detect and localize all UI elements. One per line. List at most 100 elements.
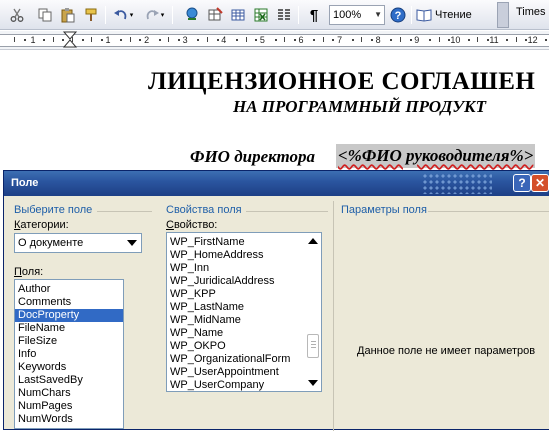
ruler-number: 9: [414, 35, 420, 45]
ruler-tick: [100, 39, 103, 41]
property-list-item[interactable]: WP_UserCompany: [167, 379, 305, 391]
undo-icon[interactable]: ▾: [110, 5, 136, 25]
columns-icon[interactable]: [275, 5, 293, 25]
ruler-tick: [351, 39, 354, 41]
read-icon: [416, 9, 432, 22]
field-dialog: Поле ? ✕ Выберите поле Категории: О доку…: [3, 170, 549, 431]
ruler-tick: [178, 39, 181, 41]
fields-list-item[interactable]: FileName: [15, 322, 123, 335]
fields-list-item[interactable]: LastSavedBy: [15, 374, 123, 387]
fields-list-item[interactable]: NumWords: [15, 413, 123, 426]
chevron-down-icon[interactable]: [123, 234, 141, 252]
document-subtitle: НА ПРОГРАММНЫЙ ПРОДУКТ: [233, 97, 486, 116]
categories-value: О документе: [18, 237, 84, 249]
cut-icon[interactable]: [8, 5, 26, 25]
ruler-tick: [506, 39, 509, 41]
fields-list-item[interactable]: DocProperty: [15, 309, 123, 322]
help-icon[interactable]: ?: [389, 5, 407, 25]
property-list[interactable]: WP_FirstName WP_HomeAddress WP_Inn WP_Jurid…: [166, 232, 322, 392]
zoom-value: 100%: [333, 9, 362, 21]
ruler-tick: [390, 39, 393, 41]
dialog-titlebar[interactable]: Поле ? ✕: [4, 171, 549, 196]
group-divider: [97, 211, 152, 212]
ruler-tick: [361, 37, 363, 42]
insert-table-icon[interactable]: [229, 5, 247, 25]
property-list-scrollbar[interactable]: [305, 233, 321, 391]
tables-borders-icon[interactable]: [206, 5, 224, 25]
paste-icon[interactable]: [59, 5, 77, 25]
ruler-number: 7: [337, 35, 343, 45]
group-divider: [246, 211, 328, 212]
property-list-item[interactable]: WP_Name: [167, 327, 305, 340]
ruler-tick: [438, 37, 440, 42]
toolbar-separator: [172, 6, 173, 24]
property-list-item[interactable]: WP_JuridicalAddress: [167, 275, 305, 288]
ruler-tick: [428, 39, 431, 41]
horizontal-ruler[interactable]: 1 1 2 3 4 5 6 7 8 9 10 11 12: [0, 31, 549, 50]
fields-list-item[interactable]: FileSize: [15, 335, 123, 348]
ruler-tick: [91, 37, 93, 42]
ruler-tick: [409, 39, 412, 41]
ruler-tick: [235, 39, 238, 41]
ruler-number: 5: [259, 35, 265, 45]
vertical-divider: [333, 201, 334, 431]
scroll-down-icon[interactable]: [308, 380, 318, 386]
redo-icon[interactable]: ▾: [141, 5, 167, 25]
font-name-box[interactable]: Times: [516, 6, 546, 18]
categories-combo[interactable]: О документе: [14, 233, 142, 253]
ruler-tick: [486, 39, 489, 41]
property-list-item[interactable]: WP_FirstName: [167, 236, 305, 249]
fields-list-item[interactable]: Author: [15, 283, 123, 296]
show-formatting-icon[interactable]: ¶: [305, 5, 323, 25]
ruler-tick: [14, 37, 15, 42]
fields-list-item[interactable]: NumPages: [15, 400, 123, 413]
property-list-item[interactable]: WP_OrganizationalForm: [167, 353, 305, 366]
ruler-number: 10: [450, 35, 461, 45]
insert-excel-icon[interactable]: [252, 5, 270, 25]
ruler-tick: [52, 37, 54, 42]
close-button[interactable]: ✕: [531, 174, 549, 192]
property-list-item[interactable]: WP_LastName: [167, 301, 305, 314]
hyperlink-icon[interactable]: [183, 5, 201, 25]
scroll-up-icon[interactable]: [308, 238, 318, 244]
ruler-tick: [245, 37, 247, 42]
toolbar-separator: [298, 6, 299, 24]
ruler-tick: [515, 37, 517, 42]
toolbar-options-grip[interactable]: [497, 2, 509, 28]
ruler-tick: [207, 37, 208, 42]
standard-toolbar: ▾ ▾ ¶ 100% ▼ ? Чтение Times: [0, 0, 549, 30]
fields-list-item[interactable]: Comments: [15, 296, 123, 309]
help-button[interactable]: ?: [513, 174, 531, 192]
ruler-tick: [216, 39, 219, 41]
titlebar-pattern: [422, 173, 492, 194]
read-label: Чтение: [435, 9, 472, 21]
indent-marker-icon[interactable]: [62, 31, 78, 50]
fields-label: Поля:: [14, 266, 44, 278]
dialog-title: Поле: [11, 177, 39, 189]
fields-list-item[interactable]: Info: [15, 348, 123, 361]
property-list-item[interactable]: WP_KPP: [167, 288, 305, 301]
ruler-tick: [255, 39, 258, 41]
group-divider: [428, 211, 549, 212]
director-field-code[interactable]: <%ФИО руководителя%>: [336, 144, 536, 168]
property-label: Свойство:: [166, 219, 218, 231]
fields-list-item[interactable]: NumChars: [15, 387, 123, 400]
fields-list[interactable]: Author Comments DocProperty FileName FileSiz…: [14, 279, 124, 429]
property-list-item[interactable]: WP_MidName: [167, 314, 305, 327]
fields-list-item[interactable]: Keywords: [15, 361, 123, 374]
property-list-item[interactable]: WP_Inn: [167, 262, 305, 275]
property-list-item[interactable]: WP_UserAppointment: [167, 366, 305, 379]
zoom-combo[interactable]: 100% ▼: [329, 5, 385, 25]
ruler-tick: [42, 39, 45, 41]
property-list-item[interactable]: WP_OKPO: [167, 340, 305, 353]
ruler-tick: [544, 39, 547, 41]
scroll-thumb[interactable]: [307, 334, 319, 358]
ruler-tick: [477, 37, 479, 42]
ruler-tick: [197, 39, 200, 41]
property-list-item[interactable]: WP_HomeAddress: [167, 249, 305, 262]
ruler-number: 8: [375, 35, 381, 45]
copy-icon[interactable]: [36, 5, 54, 25]
read-button[interactable]: Чтение: [416, 5, 486, 25]
ruler-tick: [332, 39, 335, 41]
format-painter-icon[interactable]: [82, 5, 100, 25]
